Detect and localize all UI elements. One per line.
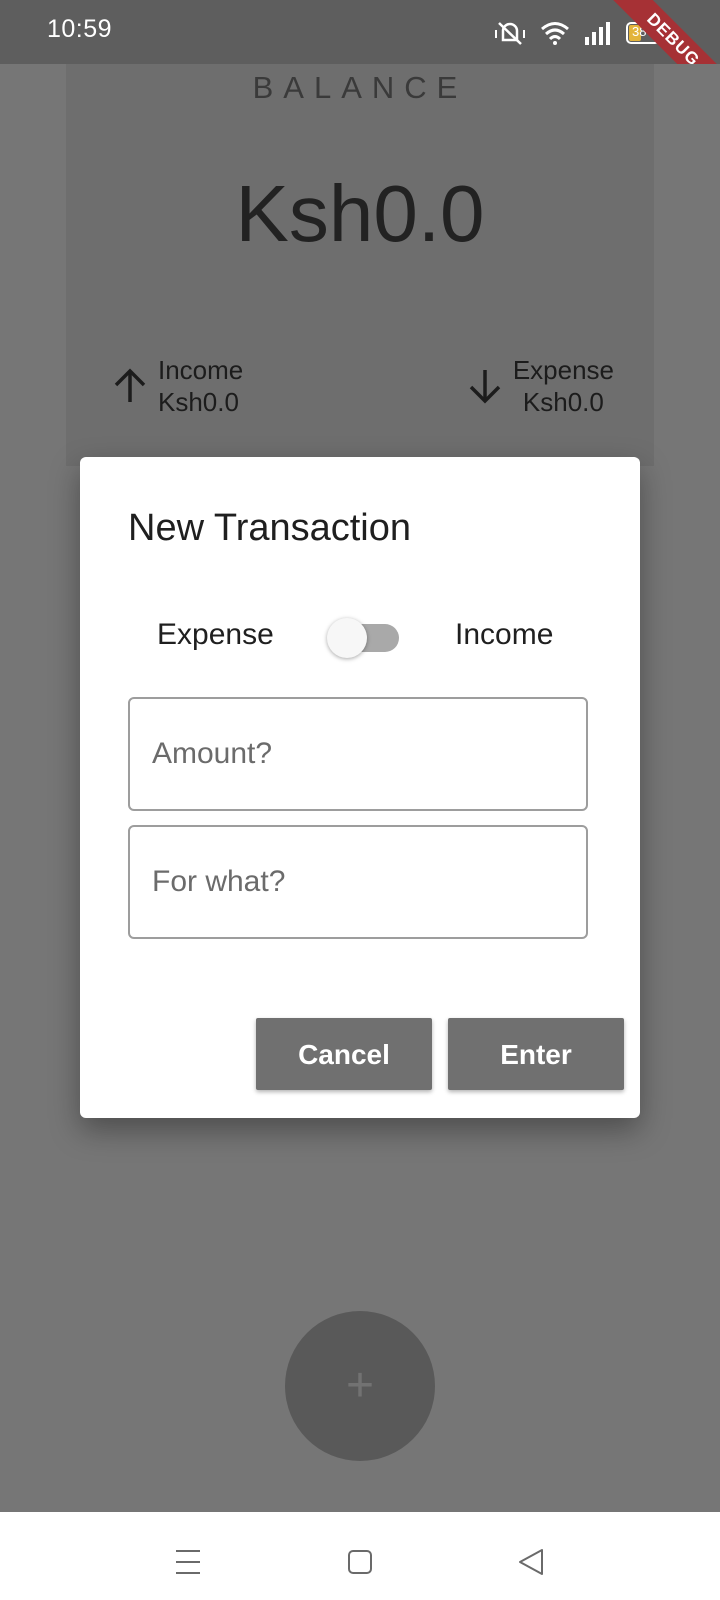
cancel-button[interactable]: Cancel [256, 1018, 432, 1090]
system-nav-bar [0, 1512, 720, 1600]
balance-label: BALANCE [252, 70, 468, 105]
for-what-input[interactable] [130, 827, 586, 937]
menu-icon[interactable] [168, 1542, 208, 1582]
wifi-icon [540, 21, 570, 45]
signal-icon [584, 21, 612, 45]
income-summary: Income Ksh0.0 [110, 354, 243, 418]
new-transaction-dialog: New Transaction Expense Income Cancel En… [80, 457, 640, 1118]
expense-label: Expense [512, 355, 614, 385]
expense-amount: Ksh0.0 [522, 387, 604, 417]
balance-amount: Ksh0.0 [235, 169, 485, 258]
income-label: Income [158, 355, 244, 385]
back-triangle-icon[interactable] [512, 1542, 552, 1582]
amount-input[interactable] [130, 699, 586, 809]
add-transaction-fab[interactable]: + [285, 1311, 435, 1461]
status-time: 10:59 [47, 15, 113, 43]
enter-button[interactable]: Enter [448, 1018, 624, 1090]
arrow-down-icon [469, 370, 501, 404]
home-square-icon[interactable] [340, 1542, 380, 1582]
toggle-income-label: Income [455, 618, 554, 651]
income-expense-switch[interactable] [327, 618, 399, 658]
transaction-type-toggle-row: Expense Income [80, 612, 640, 662]
toggle-expense-label: Expense [157, 618, 274, 651]
income-amount: Ksh0.0 [158, 387, 239, 417]
dialog-title: New Transaction [128, 507, 412, 549]
switch-thumb[interactable] [327, 618, 367, 658]
for-what-field [128, 825, 588, 939]
expense-summary: Expense Ksh0.0 [465, 354, 614, 418]
vibrate-icon [494, 20, 526, 46]
amount-field [128, 697, 588, 811]
balance-card: BALANCE Ksh0.0 Income Ksh0.0 Expense Ksh… [66, 64, 654, 466]
status-bar: 10:59 38 DEBUG [0, 0, 720, 111]
arrow-up-icon [114, 368, 146, 402]
